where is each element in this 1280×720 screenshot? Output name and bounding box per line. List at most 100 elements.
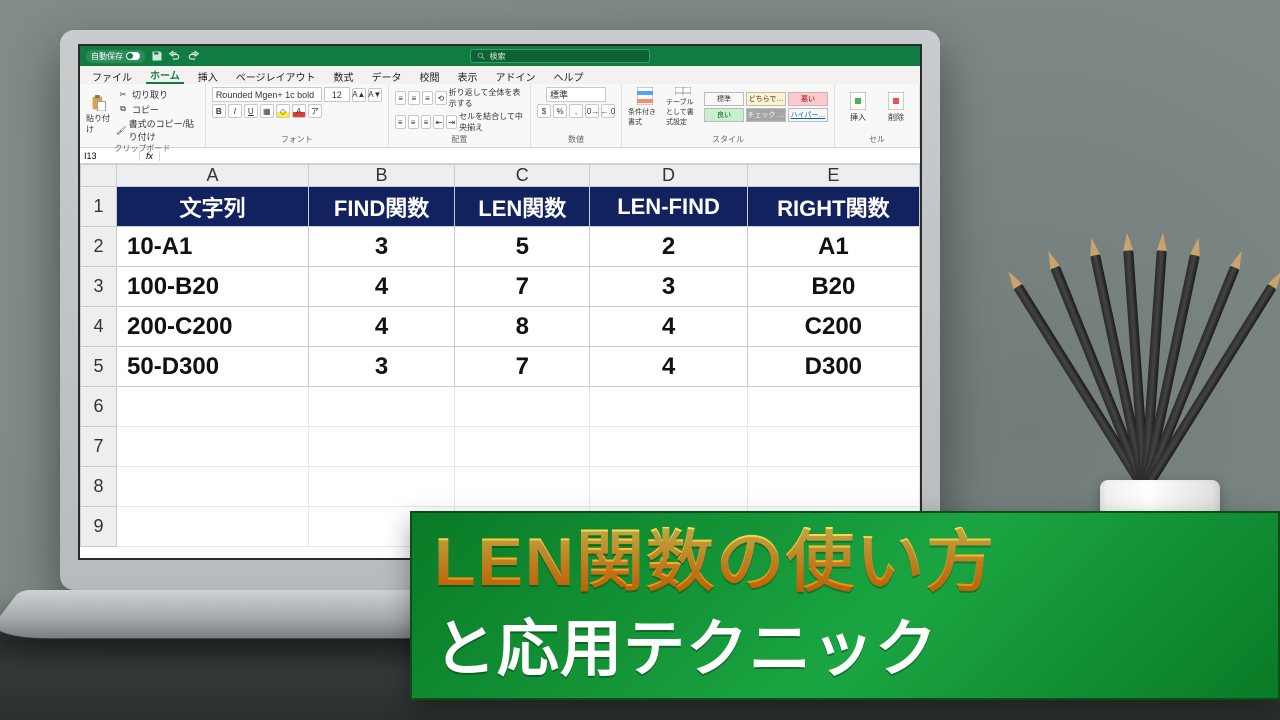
cell-C8[interactable] bbox=[455, 467, 590, 507]
fill-color-button[interactable]: ◇ bbox=[276, 104, 290, 118]
col-header-C[interactable]: C bbox=[455, 165, 590, 187]
tab-view[interactable]: 表示 bbox=[454, 67, 482, 84]
border-button[interactable]: ▦ bbox=[260, 104, 274, 118]
currency-icon[interactable]: $ bbox=[537, 104, 551, 118]
cell-E8[interactable] bbox=[747, 467, 919, 507]
style-hyperlink[interactable]: ハイパー… bbox=[788, 108, 828, 122]
phonetic-button[interactable]: ア bbox=[308, 104, 322, 118]
cell-C1[interactable]: LEN関数 bbox=[455, 187, 590, 227]
cell-A2[interactable]: 10-A1 bbox=[117, 227, 309, 267]
redo-icon[interactable] bbox=[187, 50, 199, 62]
autosave-toggle[interactable]: 自動保存 bbox=[86, 50, 145, 63]
tab-insert[interactable]: 挿入 bbox=[194, 67, 222, 84]
merge-cells-button[interactable]: セルを結合して中央揃え bbox=[459, 111, 524, 133]
cell-A3[interactable]: 100-B20 bbox=[117, 267, 309, 307]
cell-A9[interactable] bbox=[117, 507, 309, 547]
tab-file[interactable]: ファイル bbox=[88, 67, 136, 84]
style-normal[interactable]: 標準 bbox=[704, 92, 744, 106]
cell-D8[interactable] bbox=[590, 467, 747, 507]
worksheet[interactable]: A B C D E 1 文字列 FIND関数 LEN関数 LEN-FIND RI… bbox=[80, 164, 920, 558]
cell-B7[interactable] bbox=[308, 427, 454, 467]
cell-B6[interactable] bbox=[308, 387, 454, 427]
tab-data[interactable]: データ bbox=[368, 67, 406, 84]
tab-page-layout[interactable]: ページレイアウト bbox=[232, 67, 320, 84]
cell-D3[interactable]: 3 bbox=[590, 267, 747, 307]
cell-E7[interactable] bbox=[747, 427, 919, 467]
cell-C5[interactable]: 7 bbox=[455, 347, 590, 387]
align-center-icon[interactable]: ≡ bbox=[408, 115, 419, 129]
wrap-text-button[interactable]: 折り返して全体を表示する bbox=[449, 87, 524, 109]
cell-D1[interactable]: LEN-FIND bbox=[590, 187, 747, 227]
underline-button[interactable]: U bbox=[244, 104, 258, 118]
cell-A5[interactable]: 50-D300 bbox=[117, 347, 309, 387]
save-icon[interactable] bbox=[151, 50, 163, 62]
cell-C7[interactable] bbox=[455, 427, 590, 467]
cell-C6[interactable] bbox=[455, 387, 590, 427]
tab-help[interactable]: ヘルプ bbox=[550, 67, 588, 84]
font-name-select[interactable]: Rounded Mgen+ 1c bold bbox=[212, 87, 322, 102]
row-header-3[interactable]: 3 bbox=[81, 267, 117, 307]
bold-button[interactable]: B bbox=[212, 104, 226, 118]
cell-D4[interactable]: 4 bbox=[590, 307, 747, 347]
cell-E2[interactable]: A1 bbox=[747, 227, 919, 267]
cell-B5[interactable]: 3 bbox=[308, 347, 454, 387]
format-painter-button[interactable]: 🖌 書式のコピー/貼り付け bbox=[116, 117, 199, 143]
align-bottom-icon[interactable]: ≡ bbox=[422, 91, 433, 105]
align-middle-icon[interactable]: ≡ bbox=[408, 91, 419, 105]
cell-E3[interactable]: B20 bbox=[747, 267, 919, 307]
align-right-icon[interactable]: ≡ bbox=[421, 115, 432, 129]
conditional-format-button[interactable]: 条件付き書式 bbox=[628, 87, 662, 127]
cell-A8[interactable] bbox=[117, 467, 309, 507]
style-dochira[interactable]: どちらで… bbox=[746, 92, 786, 106]
indent-inc-icon[interactable]: ⇥ bbox=[446, 115, 457, 129]
copy-button[interactable]: ⧉ コピー bbox=[116, 102, 199, 116]
cell-E1[interactable]: RIGHT関数 bbox=[747, 187, 919, 227]
style-bad[interactable]: 悪い bbox=[788, 92, 828, 106]
increase-font-icon[interactable]: A▲ bbox=[352, 88, 366, 102]
row-header-5[interactable]: 5 bbox=[81, 347, 117, 387]
indent-dec-icon[interactable]: ⇤ bbox=[433, 115, 444, 129]
cell-C3[interactable]: 7 bbox=[455, 267, 590, 307]
tab-formulas[interactable]: 数式 bbox=[330, 67, 358, 84]
tab-addin[interactable]: アドイン bbox=[492, 67, 540, 84]
col-header-D[interactable]: D bbox=[590, 165, 747, 187]
cell-D6[interactable] bbox=[590, 387, 747, 427]
inc-decimal-icon[interactable]: .0→ bbox=[585, 104, 599, 118]
tab-review[interactable]: 校閲 bbox=[416, 67, 444, 84]
cell-D7[interactable] bbox=[590, 427, 747, 467]
cell-B4[interactable]: 4 bbox=[308, 307, 454, 347]
row-header-1[interactable]: 1 bbox=[81, 187, 117, 227]
cell-E5[interactable]: D300 bbox=[747, 347, 919, 387]
align-left-icon[interactable]: ≡ bbox=[395, 115, 406, 129]
col-header-B[interactable]: B bbox=[308, 165, 454, 187]
cell-B1[interactable]: FIND関数 bbox=[308, 187, 454, 227]
font-size-select[interactable]: 12 bbox=[324, 87, 350, 102]
paste-button[interactable]: 貼り付け bbox=[86, 95, 112, 135]
cell-A6[interactable] bbox=[117, 387, 309, 427]
select-all-corner[interactable] bbox=[81, 165, 117, 187]
tab-home[interactable]: ホーム bbox=[146, 65, 184, 84]
decrease-font-icon[interactable]: A▼ bbox=[368, 88, 382, 102]
cut-button[interactable]: ✂ 切り取り bbox=[116, 87, 199, 101]
row-header-7[interactable]: 7 bbox=[81, 427, 117, 467]
cell-E6[interactable] bbox=[747, 387, 919, 427]
number-format-select[interactable]: 標準 bbox=[546, 87, 606, 102]
font-color-button[interactable]: A bbox=[292, 104, 306, 118]
cell-A1[interactable]: 文字列 bbox=[117, 187, 309, 227]
cell-B8[interactable] bbox=[308, 467, 454, 507]
cell-D5[interactable]: 4 bbox=[590, 347, 747, 387]
row-header-9[interactable]: 9 bbox=[81, 507, 117, 547]
cell-A7[interactable] bbox=[117, 427, 309, 467]
fx-button[interactable]: fx bbox=[140, 151, 160, 161]
cell-C4[interactable]: 8 bbox=[455, 307, 590, 347]
orientation-icon[interactable]: ⟲ bbox=[435, 91, 446, 105]
cell-B3[interactable]: 4 bbox=[308, 267, 454, 307]
undo-icon[interactable] bbox=[169, 50, 181, 62]
search-box[interactable]: 検索 bbox=[470, 49, 650, 63]
cell-B2[interactable]: 3 bbox=[308, 227, 454, 267]
format-as-table-button[interactable]: テーブルとして書式設定 bbox=[666, 87, 700, 127]
row-header-4[interactable]: 4 bbox=[81, 307, 117, 347]
align-top-icon[interactable]: ≡ bbox=[395, 91, 406, 105]
row-header-6[interactable]: 6 bbox=[81, 387, 117, 427]
percent-icon[interactable]: % bbox=[553, 104, 567, 118]
